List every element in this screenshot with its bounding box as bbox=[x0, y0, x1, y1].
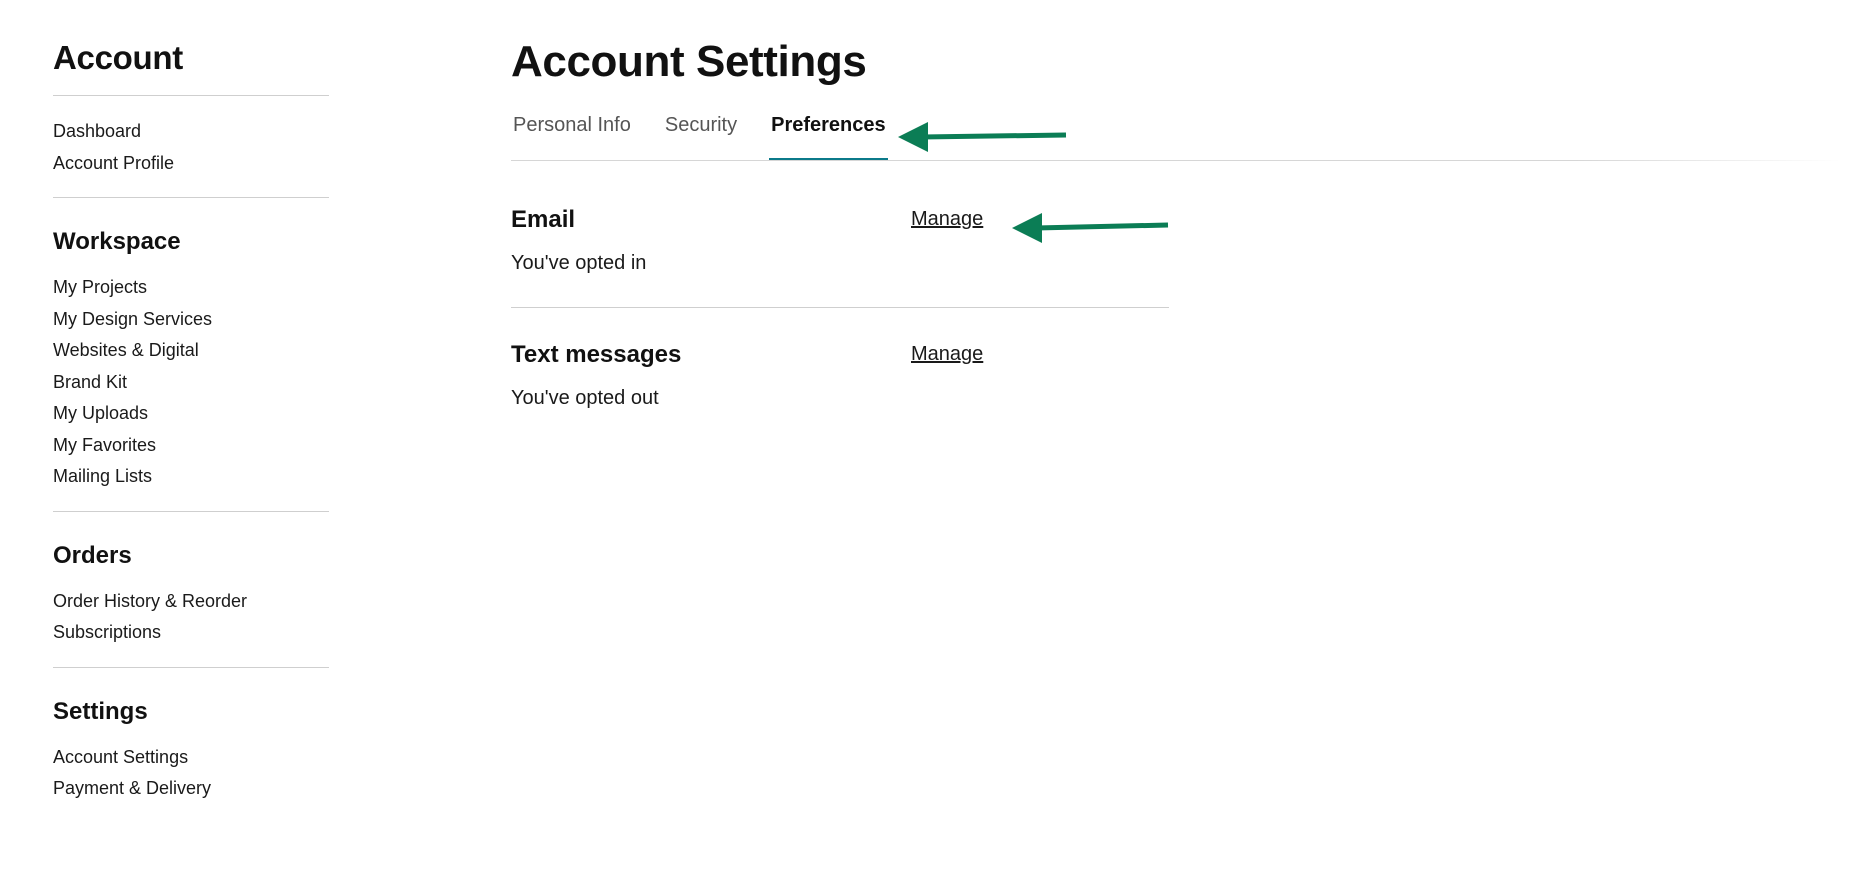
sidebar-list-account: Dashboard Account Profile bbox=[53, 116, 329, 179]
text-messages-preference: Text messages Manage You've opted out bbox=[511, 339, 1169, 413]
sidebar-heading-workspace: Workspace bbox=[53, 228, 181, 255]
tab-bar-divider bbox=[511, 160, 1841, 161]
sidebar-item-account-settings[interactable]: Account Settings bbox=[53, 742, 329, 774]
sidebar-item-my-uploads[interactable]: My Uploads bbox=[53, 398, 329, 430]
tab-personal-info[interactable]: Personal Info bbox=[511, 110, 633, 160]
sidebar-item-brand-kit[interactable]: Brand Kit bbox=[53, 367, 329, 399]
sidebar-heading-account: Account bbox=[53, 39, 183, 76]
sidebar-item-dashboard[interactable]: Dashboard bbox=[53, 116, 329, 148]
text-messages-preference-title: Text messages bbox=[511, 341, 682, 368]
arrow-left-icon bbox=[898, 122, 1067, 152]
sidebar-list-settings: Account Settings Payment & Delivery bbox=[53, 742, 329, 805]
main-content: Account Settings Personal Info Security … bbox=[511, 34, 1841, 413]
sidebar-divider bbox=[53, 197, 329, 198]
arrow-left-icon bbox=[1012, 213, 1169, 243]
tab-security[interactable]: Security bbox=[663, 110, 739, 160]
sidebar-list-workspace: My Projects My Design Services Websites … bbox=[53, 272, 329, 493]
sidebar-heading-orders: Orders bbox=[53, 541, 132, 569]
email-manage-link[interactable]: Manage bbox=[911, 204, 983, 234]
preference-divider bbox=[511, 307, 1169, 308]
sidebar-item-payment-delivery[interactable]: Payment & Delivery bbox=[53, 773, 329, 805]
tab-preferences[interactable]: Preferences bbox=[769, 110, 888, 160]
sidebar-item-mailing-lists[interactable]: Mailing Lists bbox=[53, 461, 329, 493]
tab-bar: Personal Info Security Preferences bbox=[511, 110, 1841, 161]
sidebar-item-websites-digital[interactable]: Websites & Digital bbox=[53, 335, 329, 367]
sidebar-item-account-profile[interactable]: Account Profile bbox=[53, 148, 329, 180]
sidebar: Account Dashboard Account Profile Worksp… bbox=[53, 38, 329, 805]
sidebar-item-my-favorites[interactable]: My Favorites bbox=[53, 430, 329, 462]
sidebar-item-my-projects[interactable]: My Projects bbox=[53, 272, 329, 304]
sidebar-list-orders: Order History & Reorder Subscriptions bbox=[53, 586, 329, 649]
sidebar-item-order-history[interactable]: Order History & Reorder bbox=[53, 586, 329, 618]
text-messages-preference-header: Text messages Manage bbox=[511, 339, 1169, 389]
page-title: Account Settings bbox=[511, 37, 867, 86]
email-preference-title: Email bbox=[511, 206, 576, 233]
text-messages-manage-link[interactable]: Manage bbox=[911, 339, 983, 369]
sidebar-divider bbox=[53, 666, 329, 668]
sidebar-divider bbox=[53, 510, 329, 512]
page: Account Dashboard Account Profile Worksp… bbox=[0, 0, 1873, 874]
sidebar-item-subscriptions[interactable]: Subscriptions bbox=[53, 617, 329, 649]
sidebar-heading-settings: Settings bbox=[53, 697, 148, 725]
sidebar-divider bbox=[53, 95, 329, 96]
sidebar-item-my-design-services[interactable]: My Design Services bbox=[53, 304, 329, 336]
